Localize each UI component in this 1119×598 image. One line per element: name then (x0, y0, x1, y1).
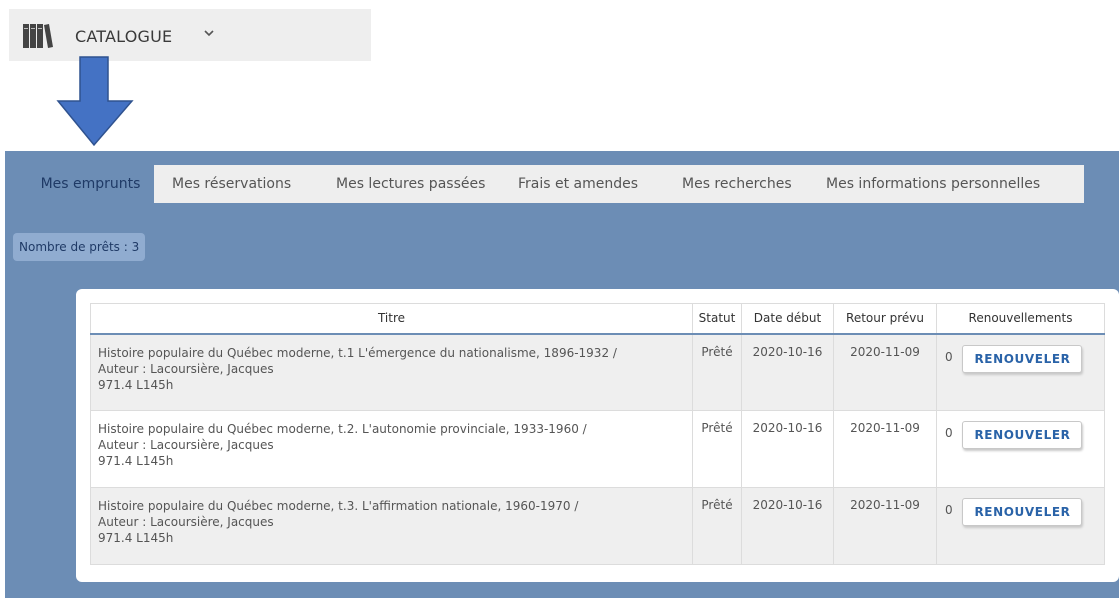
status-cell: Prêté (692, 410, 742, 488)
book-author: Auteur : Lacoursière, Jacques (98, 438, 274, 452)
chevron-down-icon[interactable] (202, 27, 216, 41)
call-number: 971.4 L145h (98, 531, 174, 545)
book-author: Auteur : Lacoursière, Jacques (98, 515, 274, 529)
call-number: 971.4 L145h (98, 454, 174, 468)
tab-mes-reservations[interactable]: Mes réservations (154, 165, 318, 203)
tab-frais-et-amendes[interactable]: Frais et amendes (500, 165, 664, 203)
renewal-count: 0 (945, 349, 953, 364)
start-date-cell: 2020-10-16 (741, 487, 834, 565)
renewals-cell: 0 RENOUVELER (936, 487, 1105, 565)
renewals-cell: 0 RENOUVELER (936, 410, 1105, 488)
due-date-cell: 2020-11-09 (833, 333, 937, 411)
table-row: Histoire populaire du Québec moderne, t.… (90, 487, 1105, 565)
renew-button[interactable]: RENOUVELER (962, 344, 1083, 373)
loans-table: Titre Statut Date début Retour prévu Ren… (90, 303, 1105, 565)
renew-button[interactable]: RENOUVELER (962, 498, 1083, 526)
column-header-date-debut[interactable]: Date début (741, 303, 834, 335)
loan-count-badge: Nombre de prêts : 3 (13, 233, 146, 261)
tab-mes-recherches[interactable]: Mes recherches (664, 165, 812, 203)
renewals-cell: 0 RENOUVELER (936, 333, 1105, 411)
loans-card: Titre Statut Date début Retour prévu Ren… (76, 289, 1119, 582)
tab-mes-emprunts[interactable]: Mes emprunts (27, 165, 154, 203)
book-title[interactable]: Histoire populaire du Québec moderne, t.… (98, 498, 692, 514)
down-arrow-icon (56, 56, 134, 147)
catalogue-menu[interactable]: CATALOGUE (9, 9, 371, 61)
status-cell: Prêté (692, 487, 742, 565)
renewal-count: 0 (945, 503, 953, 517)
column-header-renouvellements[interactable]: Renouvellements (936, 303, 1105, 335)
column-header-statut[interactable]: Statut (692, 303, 742, 335)
table-row: Histoire populaire du Québec moderne, t.… (90, 410, 1105, 488)
start-date-cell: 2020-10-16 (741, 410, 834, 488)
catalogue-label: CATALOGUE (75, 27, 173, 46)
title-cell: Histoire populaire du Québec moderne, t.… (90, 487, 693, 565)
due-date-cell: 2020-11-09 (833, 410, 937, 488)
book-title[interactable]: Histoire populaire du Québec moderne, t.… (98, 421, 692, 437)
tab-mes-informations-personnelles[interactable]: Mes informations personnelles (812, 165, 1084, 203)
call-number: 971.4 L145h (98, 377, 174, 392)
tab-mes-lectures-passees[interactable]: Mes lectures passées (318, 165, 500, 203)
start-date-cell: 2020-10-16 (741, 333, 834, 411)
due-date-cell: 2020-11-09 (833, 487, 937, 565)
account-tabs: Mes emprunts Mes réservations Mes lectur… (27, 165, 1084, 203)
account-panel: Mes emprunts Mes réservations Mes lectur… (5, 151, 1119, 598)
renewal-count: 0 (945, 426, 953, 440)
book-title[interactable]: Histoire populaire du Québec moderne, t.… (98, 345, 692, 361)
books-icon (23, 24, 53, 48)
title-cell: Histoire populaire du Québec moderne, t.… (90, 410, 693, 488)
status-cell: Prêté (692, 333, 742, 411)
column-header-titre[interactable]: Titre (90, 303, 693, 335)
column-header-retour-prevu[interactable]: Retour prévu (833, 303, 937, 335)
title-cell: Histoire populaire du Québec moderne, t.… (90, 333, 693, 411)
book-author: Auteur : Lacoursière, Jacques (98, 361, 274, 376)
renew-button[interactable]: RENOUVELER (962, 421, 1083, 449)
table-row: Histoire populaire du Québec moderne, t.… (90, 333, 1105, 411)
